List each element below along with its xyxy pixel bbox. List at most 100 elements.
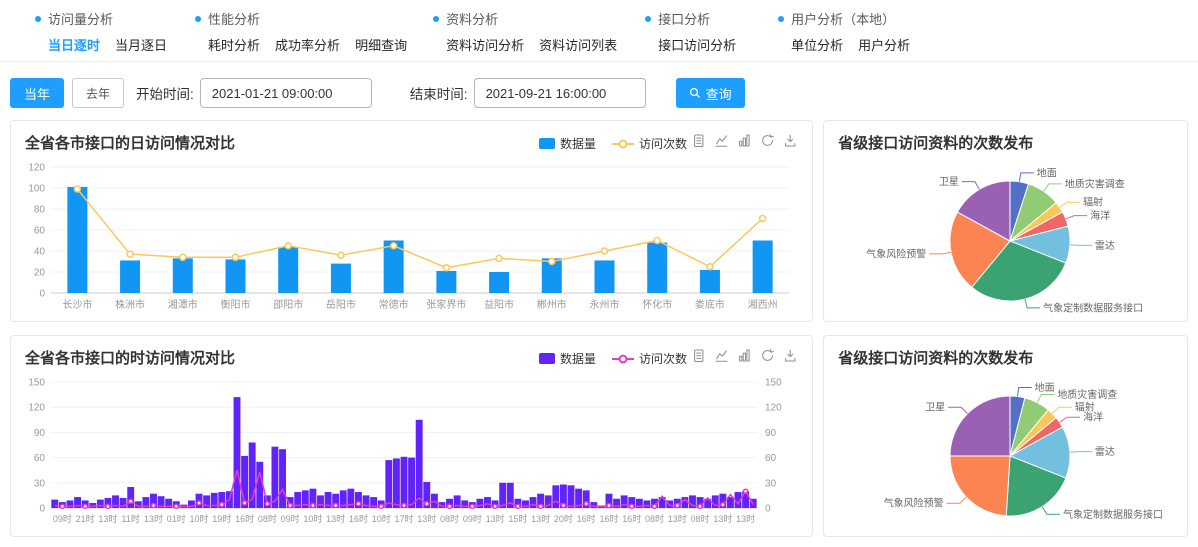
nav-item-明细查询[interactable]: 明细查询 [355,35,407,54]
legend-line-marker-icon [612,139,634,149]
svg-text:20: 20 [34,268,46,279]
svg-text:19时: 19时 [212,513,231,524]
pie-slice-卫星[interactable] [950,396,1010,456]
svg-text:16时: 16时 [577,513,596,524]
data-view-icon[interactable] [692,349,706,363]
svg-text:海洋: 海洋 [1083,411,1103,424]
line-chart-icon[interactable] [715,349,729,363]
bar-chart-icon[interactable] [738,134,752,148]
svg-text:0: 0 [765,504,771,515]
nav-item-成功率分析[interactable]: 成功率分析 [275,35,340,54]
svg-text:0: 0 [39,504,45,515]
pie1-chart: 地面地质灾害调查辐射海洋雷达气象定制数据服务接口气象风险预警卫星 [832,153,1180,324]
legend-item-访问次数[interactable]: 访问次数 [612,135,687,152]
restore-icon[interactable] [761,134,775,148]
nav-item-接口访问分析[interactable]: 接口访问分析 [658,35,736,54]
svg-text:郴州市: 郴州市 [537,298,567,311]
svg-text:13时: 13时 [668,513,687,524]
legend-item-数据量[interactable]: 数据量 [539,135,596,152]
nav-group-title: 资料分析 [446,9,498,28]
hourly-chart-title: 全省各市接口的时访问情况对比 [25,347,235,368]
daily-chart-toolbar [692,134,798,148]
svg-text:16时: 16时 [599,513,618,524]
download-icon[interactable] [784,349,798,363]
svg-text:16时: 16时 [349,513,368,524]
svg-text:长沙市: 长沙市 [62,298,92,311]
svg-text:岳阳市: 岳阳市 [326,298,356,311]
hourly-chart-legend: 数据量访问次数 [539,350,687,367]
svg-text:气象定制数据服务接口: 气象定制数据服务接口 [1043,301,1143,314]
svg-text:娄底市: 娄底市 [695,298,725,311]
svg-text:永州市: 永州市 [590,298,620,311]
nav-item-资料访问分析[interactable]: 资料访问分析 [446,35,524,54]
nav-bullet-icon [35,16,41,22]
start-time-input[interactable] [200,78,372,108]
svg-text:气象风险预警: 气象风险预警 [866,247,926,260]
hourly-chart-toolbar [692,349,798,363]
daily-chart-panel: 全省各市接口的日访问情况对比 数据量访问次数 020406080100120长沙… [10,120,813,322]
svg-text:20时: 20时 [554,513,573,524]
svg-text:地面: 地面 [1035,381,1055,394]
svg-text:张家界市: 张家界市 [426,298,466,311]
nav-item-资料访问列表[interactable]: 资料访问列表 [539,35,617,54]
svg-text:120: 120 [28,163,45,174]
legend-item-访问次数[interactable]: 访问次数 [612,350,687,367]
svg-text:海洋: 海洋 [1090,209,1110,222]
legend-line-marker-icon [612,354,634,364]
legend-bar-marker-icon [539,353,555,364]
svg-text:16时: 16时 [235,513,254,524]
svg-text:40: 40 [34,247,46,258]
nav-item-用户分析[interactable]: 用户分析 [858,35,910,54]
nav-group-2: 性能分析耗时分析成功率分析明细查询 [195,9,407,61]
data-view-icon[interactable] [692,134,706,148]
bar-chart-icon[interactable] [738,349,752,363]
last-year-button[interactable]: 去年 [72,78,124,108]
svg-text:09时: 09时 [281,513,300,524]
svg-text:150: 150 [765,378,782,389]
hourly-bar-line-chart: 0030306060909012012015015009时21时13时11时13… [19,370,807,537]
svg-text:13时: 13时 [531,513,550,524]
nav-item-耗时分析[interactable]: 耗时分析 [208,35,260,54]
search-button[interactable]: 查询 [676,78,745,108]
svg-text:11时: 11时 [122,513,140,524]
svg-text:13时: 13时 [98,513,117,524]
svg-text:30: 30 [34,478,46,489]
nav-item-当日逐时[interactable]: 当日逐时 [48,35,100,54]
nav-group-4: 接口分析接口访问分析 [645,9,736,61]
nav-group-title: 接口分析 [658,9,710,28]
svg-text:卫星: 卫星 [939,176,959,188]
svg-text:地质灾害调查: 地质灾害调查 [1058,388,1118,401]
legend-item-数据量[interactable]: 数据量 [539,350,596,367]
svg-text:13时: 13时 [417,513,436,524]
svg-text:13时: 13时 [326,513,345,524]
svg-text:湘西州: 湘西州 [748,298,778,311]
line-chart-icon[interactable] [715,134,729,148]
nav-group-5: 用户分析（本地） 单位分析用户分析 [778,9,910,61]
nav-bullet-icon [195,16,201,22]
pie2-chart: 地面地质灾害调查辐射海洋雷达气象定制数据服务接口气象风险预警卫星 [832,368,1180,539]
pie2-title: 省级接口访问资料的次数发布 [838,347,1033,368]
legend-label: 数据量 [560,350,596,367]
nav-item-单位分析[interactable]: 单位分析 [791,35,843,54]
end-time-input[interactable] [474,78,646,108]
daily-bar-line-chart: 020406080100120长沙市株洲市湘潭市衡阳市邵阳市岳阳市常德市张家界市… [19,155,807,322]
dashboard-content: 全省各市接口的日访问情况对比 数据量访问次数 020406080100120长沙… [10,120,1188,537]
this-year-button[interactable]: 当年 [10,78,64,108]
svg-text:株洲市: 株洲市 [115,298,145,311]
svg-text:辐射: 辐射 [1083,196,1103,209]
svg-text:01时: 01时 [167,513,186,524]
pie-slice-气象风险预警[interactable] [950,456,1010,516]
nav-item-当月逐日[interactable]: 当月逐日 [115,35,167,54]
nav-group-title: 用户分析（本地） [791,9,895,28]
svg-text:常德市: 常德市 [379,298,409,311]
nav-group-title: 性能分析 [208,9,260,28]
svg-text:13时: 13时 [144,513,163,524]
download-icon[interactable] [784,134,798,148]
nav-bullet-icon [778,16,784,22]
restore-icon[interactable] [761,349,775,363]
nav-group-1: 访问量分析当日逐时当月逐日 [35,9,167,61]
svg-text:13时: 13时 [713,513,732,524]
svg-text:90: 90 [34,428,46,439]
svg-text:09时: 09时 [53,513,72,524]
svg-text:21时: 21时 [76,513,95,524]
